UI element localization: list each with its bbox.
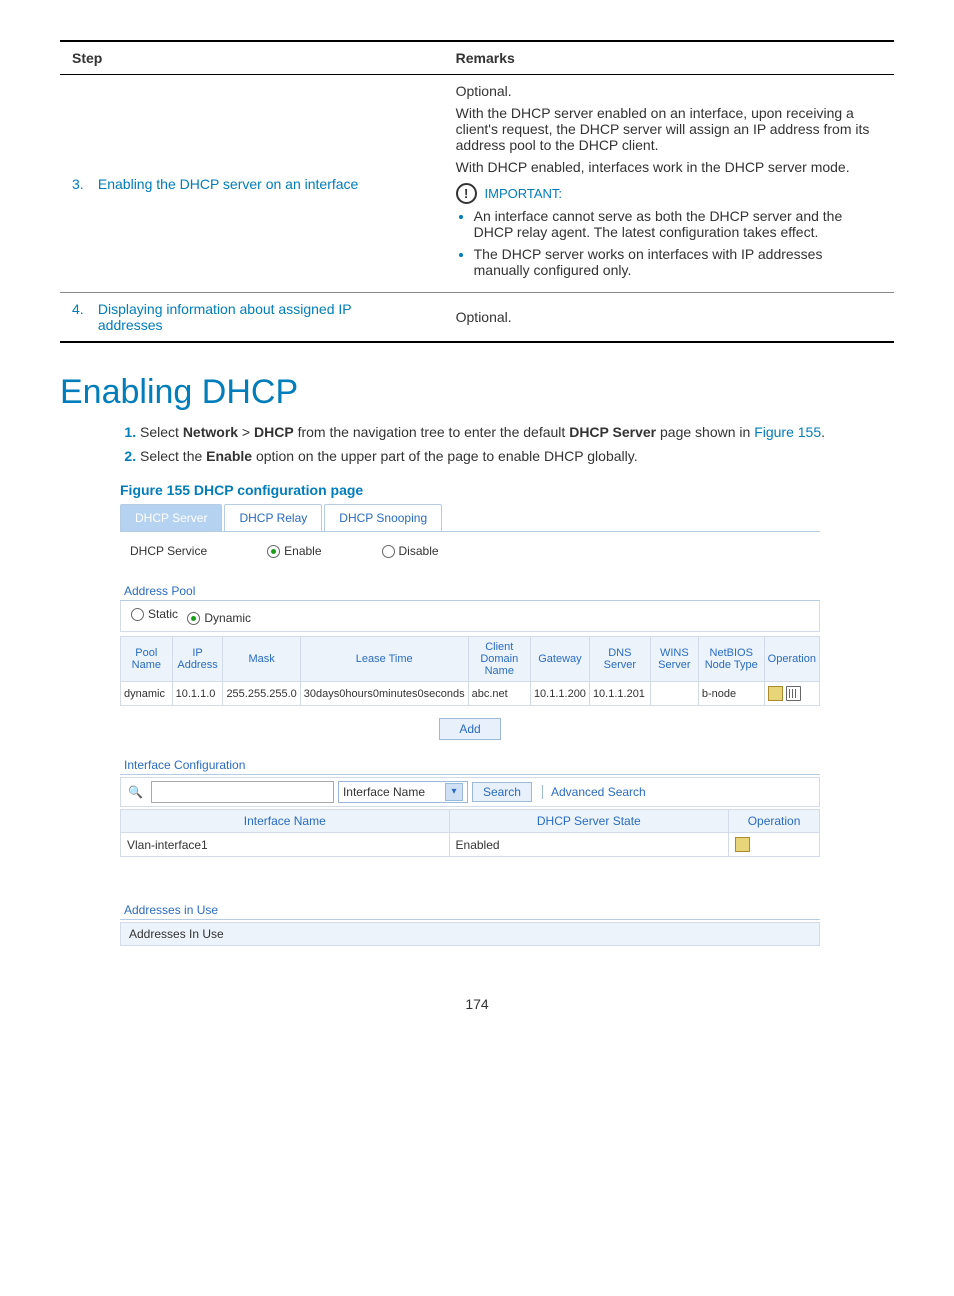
dhcp-service-label: DHCP Service [130, 544, 207, 558]
tab-dhcp-server[interactable]: DHCP Server [120, 504, 222, 531]
radio-dynamic[interactable]: Dynamic [187, 611, 251, 625]
step-link[interactable]: Displaying information about assigned IP… [98, 301, 378, 333]
step-number: 4. [72, 301, 94, 317]
remark-text: With DHCP enabled, interfaces work in th… [456, 159, 882, 175]
interface-config-header: Interface Configuration [120, 752, 820, 775]
important-icon: ! [456, 183, 477, 204]
chevron-down-icon: ▾ [445, 783, 463, 801]
address-pool-table: Pool Name IP Address Mask Lease Time Cli… [120, 636, 820, 706]
th-mask[interactable]: Mask [223, 637, 300, 682]
remark-bullet: The DHCP server works on interfaces with… [474, 246, 882, 278]
radio-disable[interactable]: Disable [382, 544, 439, 558]
remark-text: Optional. [456, 83, 882, 99]
tab-dhcp-relay[interactable]: DHCP Relay [224, 504, 322, 531]
th-lease[interactable]: Lease Time [300, 637, 468, 682]
th-remarks: Remarks [444, 41, 894, 75]
edit-icon[interactable] [735, 837, 750, 852]
th-dns[interactable]: DNS Server [589, 637, 650, 682]
search-button[interactable]: Search [472, 782, 532, 802]
th-domain[interactable]: Client Domain Name [468, 637, 530, 682]
th-operation: Operation [729, 810, 820, 833]
delete-icon[interactable] [786, 686, 801, 701]
step-row-4: 4. Displaying information about assigned… [60, 293, 894, 343]
radio-enable[interactable]: Enable [267, 544, 321, 558]
addresses-in-use-header: Addresses in Use [120, 897, 820, 920]
advanced-search-link[interactable]: Advanced Search [542, 785, 646, 799]
th-gateway[interactable]: Gateway [530, 637, 589, 682]
remark-bullet: An interface cannot serve as both the DH… [474, 208, 882, 240]
th-server-state[interactable]: DHCP Server State [449, 810, 729, 833]
section-heading: Enabling DHCP [60, 373, 894, 412]
steps-table: Step Remarks 3. Enabling the DHCP server… [60, 40, 894, 343]
step-link[interactable]: Enabling the DHCP server on an interface [98, 176, 378, 192]
instruction-step: Select Network > DHCP from the navigatio… [140, 424, 894, 440]
addresses-in-use-box[interactable]: Addresses In Use [120, 922, 820, 946]
th-ip[interactable]: IP Address [172, 637, 223, 682]
address-pool-header: Address Pool [120, 578, 820, 601]
important-label: IMPORTANT: [485, 186, 563, 201]
step-number: 3. [72, 176, 94, 192]
th-operation: Operation [764, 637, 819, 682]
figure-link[interactable]: Figure 155 [754, 424, 821, 440]
th-netbios[interactable]: NetBIOS Node Type [698, 637, 764, 682]
remark-text: Optional. [444, 293, 894, 343]
instruction-step: Select the Enable option on the upper pa… [140, 448, 894, 464]
remark-text: With the DHCP server enabled on an inter… [456, 105, 882, 153]
search-field-select[interactable]: Interface Name▾ [338, 781, 468, 803]
th-pool-name[interactable]: Pool Name [121, 637, 173, 682]
interface-table: Interface Name DHCP Server State Operati… [120, 809, 820, 857]
th-iface-name[interactable]: Interface Name [121, 810, 450, 833]
tab-dhcp-snooping[interactable]: DHCP Snooping [324, 504, 442, 531]
th-wins[interactable]: WINS Server [650, 637, 698, 682]
add-button[interactable]: Add [439, 718, 501, 740]
radio-static[interactable]: Static [131, 607, 178, 621]
search-icon: 🔍 [124, 785, 147, 799]
th-step: Step [60, 41, 444, 75]
page-number: 174 [60, 996, 894, 1012]
search-input[interactable] [151, 781, 334, 803]
screenshot: DHCP Server DHCP Relay DHCP Snooping DHC… [120, 504, 820, 946]
pool-row: dynamic 10.1.1.0 255.255.255.0 30days0ho… [121, 682, 820, 706]
iface-row: Vlan-interface1 Enabled [121, 833, 820, 857]
figure-caption: Figure 155 DHCP configuration page [120, 482, 894, 498]
step-row-3: 3. Enabling the DHCP server on an interf… [60, 75, 894, 293]
edit-icon[interactable] [768, 686, 783, 701]
